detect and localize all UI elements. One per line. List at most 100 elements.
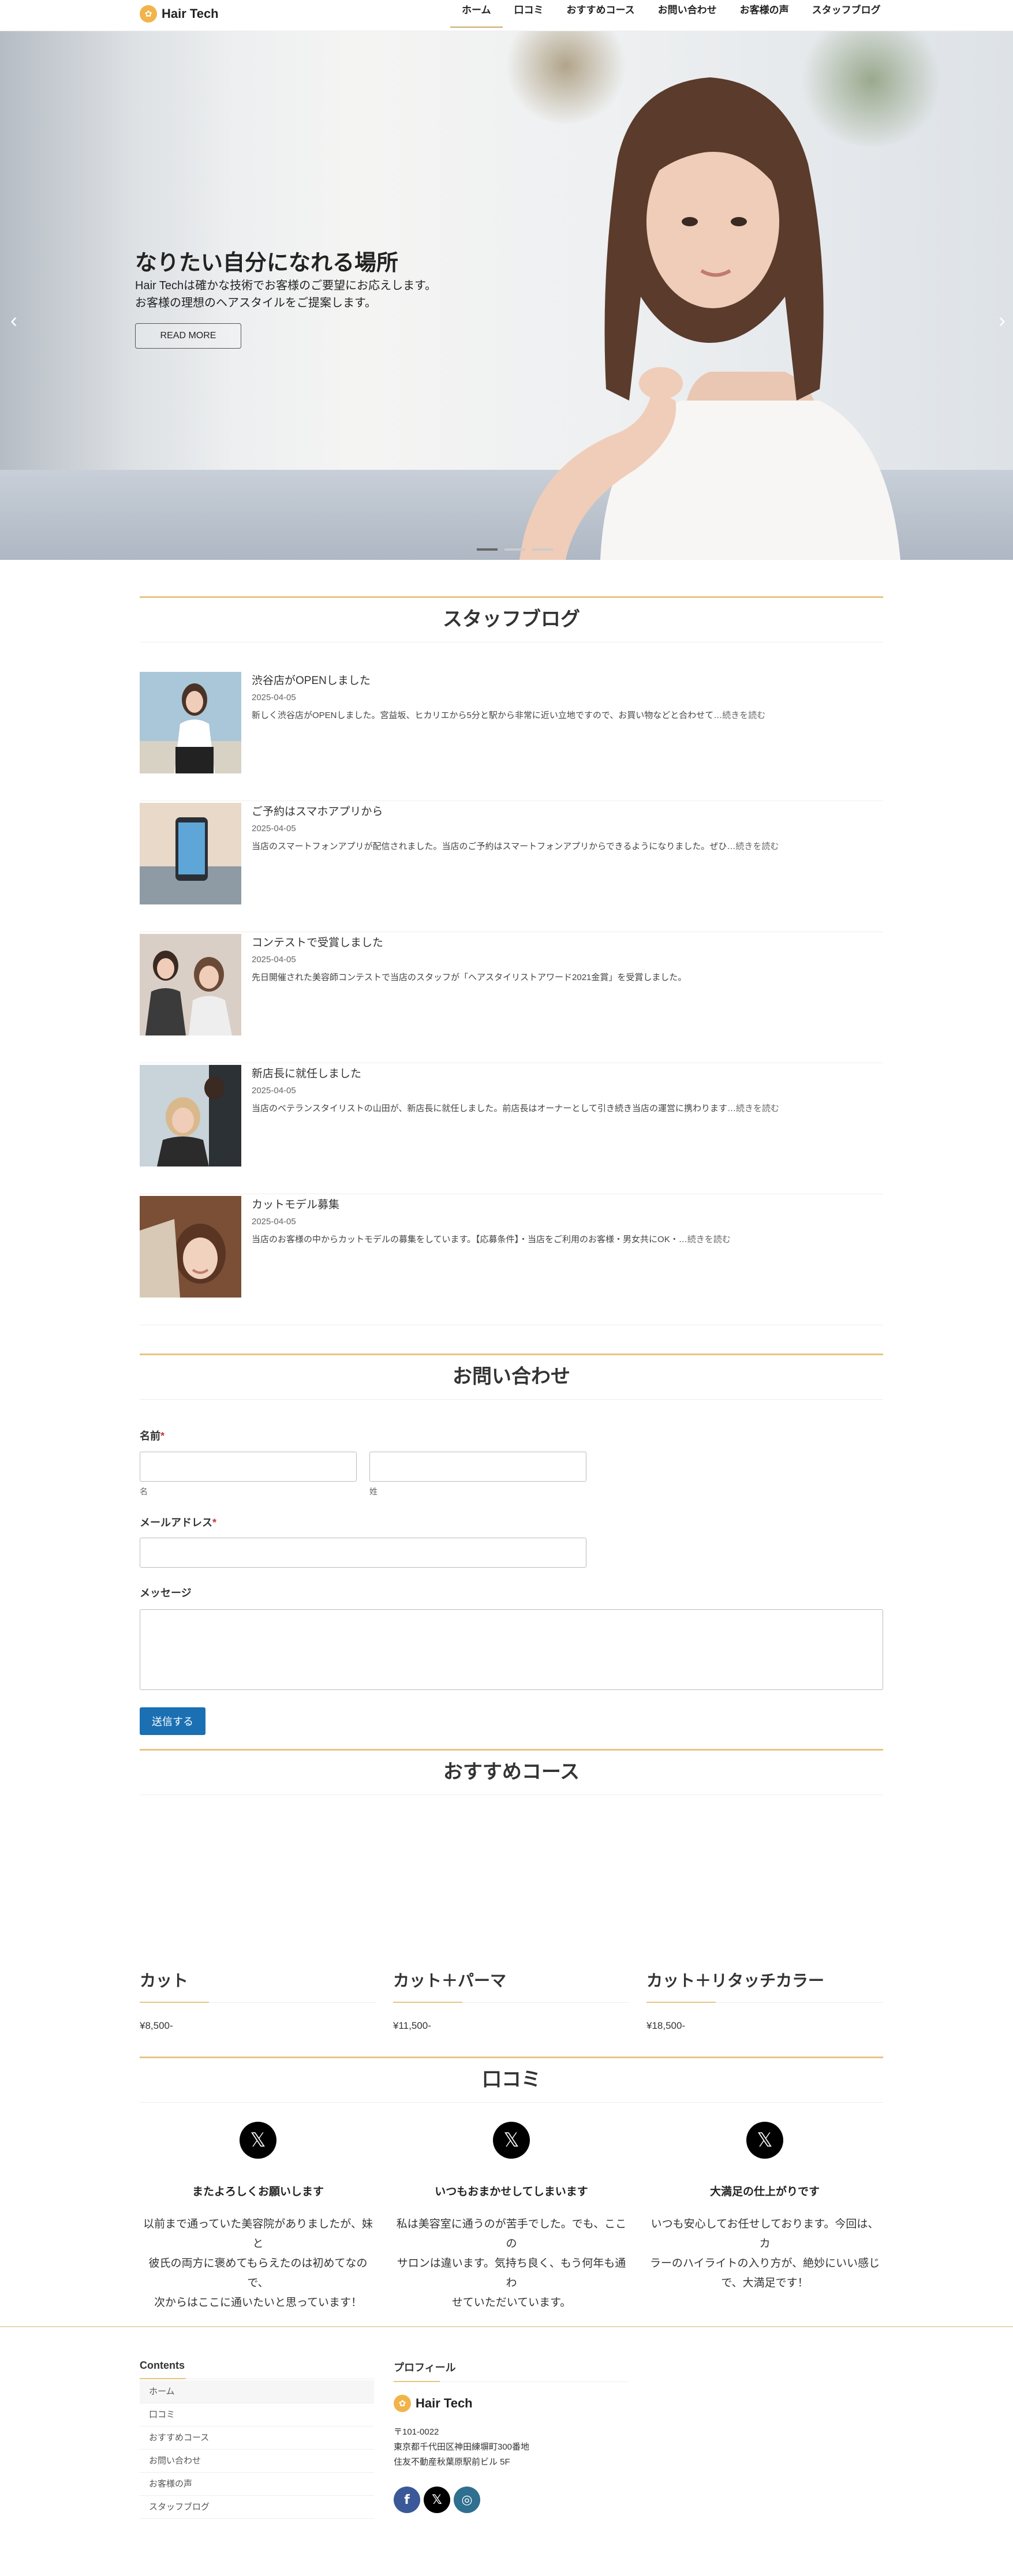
email-label-text: メールアドレス bbox=[140, 1517, 212, 1528]
footer-postal: 〒101-0022 bbox=[394, 2427, 439, 2437]
nav-voices[interactable]: お客様の声 bbox=[728, 0, 801, 28]
blog-post-excerpt: 新しく渋谷店がOPENしました。宮益坂、ヒカリエから5分と駅から非常に近い立地で… bbox=[252, 709, 765, 721]
slider-dot[interactable] bbox=[504, 548, 525, 551]
blog-post[interactable]: ご予約はスマホアプリから 2025-04-05 当店のスマートフォンアプリが配信… bbox=[140, 803, 883, 932]
read-more-link[interactable]: 続きを読む bbox=[722, 711, 765, 720]
course-price: ¥11,500- bbox=[393, 2020, 431, 2031]
blog-post[interactable]: 渋谷店がOPENしました 2025-04-05 新しく渋谷店がOPENしました。… bbox=[140, 672, 883, 801]
blog-post-excerpt: 当店のスマートフォンアプリが配信されました。当店のご予約はスマートフォンアプリか… bbox=[252, 840, 779, 852]
reviews-section-header: 口コミ bbox=[140, 2057, 883, 2103]
blog-section-header: スタッフブログ bbox=[140, 596, 883, 642]
course-price: ¥8,500- bbox=[140, 2020, 173, 2031]
hero-next-arrow[interactable]: › bbox=[999, 308, 1005, 332]
review-card: 𝕏 いつもおまかせしてしまいます 私は美容室に通うのが苦手でした。でも、ここの … bbox=[393, 2122, 630, 2313]
footer-link-blog[interactable]: スタッフブログ bbox=[140, 2496, 374, 2519]
blog-post-date: 2025-04-05 bbox=[252, 955, 296, 964]
read-more-link[interactable]: 続きを読む bbox=[735, 842, 779, 851]
submit-button[interactable]: 送信する bbox=[140, 1707, 205, 1735]
footer-address-line: 住友不動産秋葉原駅前ビル 5F bbox=[394, 2457, 510, 2467]
message-textarea[interactable] bbox=[140, 1609, 883, 1690]
instagram-icon[interactable]: ◎ bbox=[454, 2487, 480, 2513]
x-logo-icon[interactable]: 𝕏 bbox=[746, 2122, 783, 2159]
blog-post[interactable]: コンテストで受賞しました 2025-04-05 先日開催された美容師コンテストで… bbox=[140, 934, 883, 1063]
review-title: 大満足の仕上がりです bbox=[709, 2186, 820, 2198]
blog-post[interactable]: 新店長に就任しました 2025-04-05 当店のベテランスタイリストの山田が、… bbox=[140, 1065, 883, 1194]
blog-post-date: 2025-04-05 bbox=[252, 693, 296, 702]
reviews-title: 口コミ bbox=[482, 2069, 541, 2091]
course-card: カット ¥8,500- bbox=[140, 1968, 376, 2055]
footer-link-reviews[interactable]: 口コミ bbox=[140, 2403, 374, 2427]
nav-reviews[interactable]: 口コミ bbox=[503, 0, 555, 28]
read-more-button[interactable]: READ MORE bbox=[135, 323, 241, 349]
blog-post-date: 2025-04-05 bbox=[252, 824, 296, 833]
nav-contact[interactable]: お問い合わせ bbox=[646, 0, 728, 28]
contact-section-header: お問い合わせ bbox=[140, 1354, 883, 1400]
x-logo-icon[interactable]: 𝕏 bbox=[240, 2122, 276, 2159]
nav-home[interactable]: ホーム bbox=[450, 0, 503, 28]
review-line: ラーのハイライトの入り方が、絶妙にいい感じ bbox=[649, 2257, 880, 2270]
blog-thumbnail[interactable] bbox=[140, 1065, 241, 1167]
review-body: いつも安心してお任せしております。今回は、カ ラーのハイライトの入り方が、絶妙に… bbox=[646, 2215, 883, 2293]
hero-copy: Hair Techは確かな技術でお客様のご要望にお応えします。 お客様の理想のヘ… bbox=[135, 277, 539, 312]
footer-link-home[interactable]: ホーム bbox=[140, 2380, 374, 2403]
hero-heading: なりたい自分になれる場所 bbox=[135, 251, 399, 275]
x-logo-icon[interactable]: 𝕏 bbox=[493, 2122, 530, 2159]
footer-logo[interactable]: ✿ Hair Tech bbox=[394, 2392, 473, 2415]
nav-courses[interactable]: おすすめコース bbox=[555, 0, 646, 28]
site-logo[interactable]: ✿ Hair Tech bbox=[140, 2, 219, 25]
course-name: カット bbox=[140, 1968, 376, 2003]
x-icon[interactable]: 𝕏 bbox=[424, 2487, 450, 2513]
excerpt-text: 当店のお客様の中からカットモデルの募集をしています。【応募条件】・当店をご利用の… bbox=[252, 1235, 687, 1244]
blog-thumbnail[interactable] bbox=[140, 934, 241, 1035]
review-card: 𝕏 またよろしくお願いします 以前まで通っていた美容院がありましたが、妹と 彼氏… bbox=[140, 2122, 376, 2313]
blog-post[interactable]: カットモデル募集 2025-04-05 当店のお客様の中からカットモデルの募集を… bbox=[140, 1196, 883, 1325]
blog-thumbnail[interactable] bbox=[140, 803, 241, 904]
required-mark: * bbox=[212, 1517, 217, 1528]
blog-post-title[interactable]: 渋谷店がOPENしました bbox=[252, 672, 371, 687]
course-price: ¥18,500- bbox=[646, 2020, 686, 2031]
slider-dot[interactable] bbox=[477, 548, 498, 551]
review-line: 私は美容室に通うのが苦手でした。でも、ここの bbox=[396, 2218, 627, 2250]
excerpt-text: 当店のスマートフォンアプリが配信されました。当店のご予約はスマートフォンアプリか… bbox=[252, 842, 736, 851]
nav-blog[interactable]: スタッフブログ bbox=[801, 0, 892, 28]
blog-thumbnail[interactable] bbox=[140, 672, 241, 773]
hero-copy-line: Hair Techは確かな技術でお客様のご要望にお応えします。 bbox=[135, 279, 437, 292]
blog-post-title[interactable]: コンテストで受賞しました bbox=[252, 934, 383, 949]
site-brand: Hair Tech bbox=[162, 6, 219, 21]
contact-title: お問い合わせ bbox=[453, 1366, 570, 1388]
blog-post-title[interactable]: カットモデル募集 bbox=[252, 1196, 339, 1212]
blog-post-title[interactable]: 新店長に就任しました bbox=[252, 1065, 361, 1081]
hero-copy-line: お客様の理想のヘアスタイルをご提案します。 bbox=[135, 297, 376, 309]
first-name-field[interactable] bbox=[140, 1452, 357, 1482]
first-name-sublabel: 名 bbox=[140, 1487, 148, 1496]
footer-link-contact[interactable]: お問い合わせ bbox=[140, 2450, 374, 2473]
excerpt-text: 新しく渋谷店がOPENしました。宮益坂、ヒカリエから5分と駅から非常に近い立地で… bbox=[252, 711, 723, 720]
read-more-link[interactable]: 続きを読む bbox=[687, 1235, 731, 1244]
excerpt-text: 先日開催された美容師コンテストで当店のスタッフが「ヘアスタイリストアワード202… bbox=[252, 973, 687, 982]
review-line: せていただいています。 bbox=[451, 2297, 571, 2309]
blog-post-date: 2025-04-05 bbox=[252, 1086, 296, 1096]
facebook-icon[interactable]: f bbox=[394, 2487, 420, 2513]
footer-link-voices[interactable]: お客様の声 bbox=[140, 2473, 374, 2496]
review-line: サロンは違います。気持ち良く、もう何年も通わ bbox=[397, 2257, 626, 2289]
read-more-link[interactable]: 続きを読む bbox=[736, 1104, 779, 1113]
course-name: カット＋リタッチカラー bbox=[646, 1968, 883, 2003]
last-name-field[interactable] bbox=[369, 1452, 586, 1482]
blog-post-title[interactable]: ご予約はスマホアプリから bbox=[252, 803, 383, 818]
review-title: またよろしくお願いします bbox=[192, 2186, 324, 2198]
review-card: 𝕏 大満足の仕上がりです いつも安心してお任せしております。今回は、カ ラーのハ… bbox=[646, 2122, 883, 2293]
message-label: メッセージ bbox=[140, 1587, 192, 1599]
email-field[interactable] bbox=[140, 1538, 586, 1568]
footer-contents-title: Contents bbox=[140, 2360, 374, 2379]
review-line: で、大満足です！ bbox=[721, 2277, 809, 2289]
main-nav: ホーム 口コミ おすすめコース お問い合わせ お客様の声 スタッフブログ bbox=[450, 0, 892, 29]
hero-slider: ‹ › なりたい自分になれる場所 Hair Techは確かな技術でお客様のご要望… bbox=[0, 31, 1013, 560]
review-line: 彼氏の両方に褒めてもらえたのは初めてなので、 bbox=[148, 2257, 368, 2289]
email-label: メールアドレス* bbox=[140, 1515, 216, 1530]
slider-dot[interactable] bbox=[532, 548, 553, 551]
slider-dots bbox=[477, 548, 553, 551]
hero-prev-arrow[interactable]: ‹ bbox=[10, 308, 17, 332]
excerpt-text: 当店のベテランスタイリストの山田が、新店長に就任しました。前店長はオーナーとして… bbox=[252, 1104, 736, 1113]
footer-link-courses[interactable]: おすすめコース bbox=[140, 2427, 374, 2450]
blog-thumbnail[interactable] bbox=[140, 1196, 241, 1298]
